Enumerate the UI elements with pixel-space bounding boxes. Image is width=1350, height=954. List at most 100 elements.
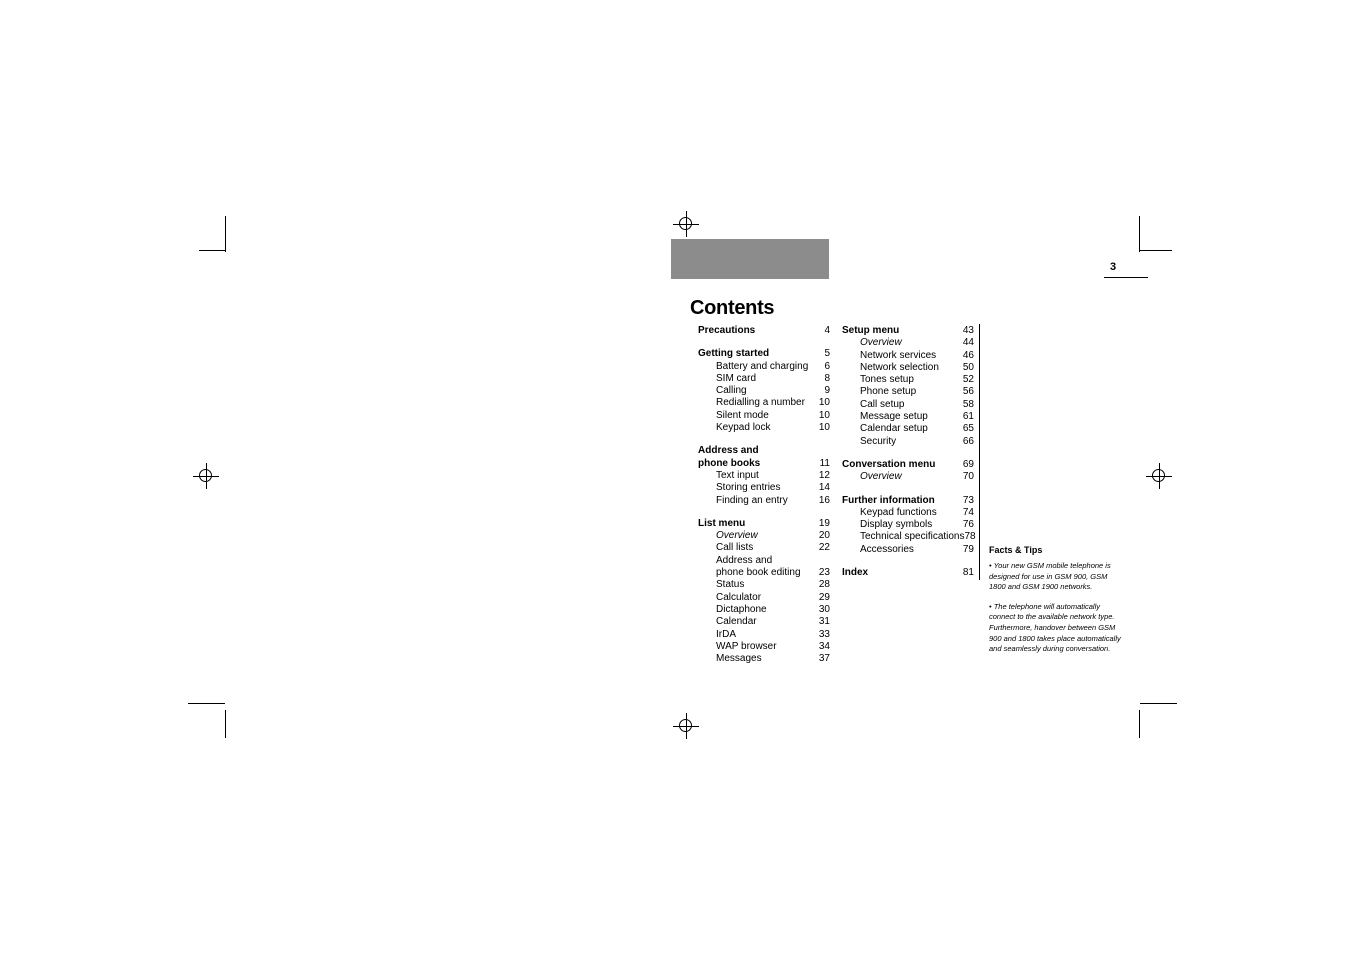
document-page: 3 Contents Precautions 4 Getting started 5 B…	[0, 0, 1350, 954]
toc-entry-page: 10	[818, 422, 830, 434]
toc-entry-page: 31	[818, 616, 830, 628]
toc-entry-label: Calendar setup	[860, 423, 928, 435]
toc-entry-page: 56	[962, 386, 974, 398]
toc-entry-page: 52	[962, 374, 974, 386]
crop-mark-bottom-left-h	[188, 703, 225, 704]
toc-entry[interactable]: Call lists 22	[698, 542, 830, 554]
toc-entry[interactable]: Calendar setup 65	[842, 423, 974, 435]
toc-entry-label: Calling	[716, 385, 747, 397]
toc-entry-label: Tones setup	[860, 374, 914, 386]
toc-entry-label: Status	[716, 579, 745, 591]
toc-entry-label: Security	[860, 435, 897, 447]
facts-title: Facts & Tips	[989, 545, 1043, 555]
toc-entry[interactable]: Address and	[698, 445, 830, 457]
toc-entry[interactable]: Tones setup 52	[842, 374, 974, 386]
toc-entry-label: Call lists	[716, 542, 754, 554]
toc-entry[interactable]: Silent mode 10	[698, 410, 830, 422]
facts-body: • Your new GSM mobile telephone is desig…	[989, 561, 1121, 655]
toc-entry[interactable]: IrDA 33	[698, 629, 830, 641]
toc-entry-label: phone books	[698, 457, 761, 469]
registration-mark-right	[1146, 463, 1172, 489]
toc-entry-page: 34	[818, 640, 830, 652]
toc-entry-label: Network services	[860, 349, 937, 361]
toc-entry[interactable]: Calendar 31	[698, 616, 830, 628]
toc-entry[interactable]: Address and	[698, 555, 830, 567]
toc-entry-page: 9	[824, 385, 830, 397]
toc-entry-label: Keypad functions	[860, 506, 937, 518]
toc-entry[interactable]: Calling 9	[698, 385, 830, 397]
toc-entry[interactable]: Finding an entry 16	[698, 495, 830, 507]
toc-entry[interactable]: Precautions 4	[698, 325, 830, 337]
toc-entry[interactable]: Keypad lock 10	[698, 422, 830, 434]
toc-entry-page: 14	[818, 482, 830, 494]
toc-entry-label: Network selection	[860, 361, 939, 373]
toc-entry[interactable]: Network services 46	[842, 350, 974, 362]
toc-entry[interactable]: Calculator 29	[698, 592, 830, 604]
toc-entry-label: Overview	[860, 471, 902, 483]
toc-entry[interactable]: Dictaphone 30	[698, 604, 830, 616]
toc-entry[interactable]: Conversation menu 69	[842, 459, 974, 471]
toc-spacer	[842, 484, 974, 495]
toc-entry[interactable]: Overview 44	[842, 337, 974, 349]
toc-entry[interactable]: phone books 11	[698, 458, 830, 470]
toc-entry-label: Redialling a number	[716, 397, 805, 409]
toc-entry-label: IrDA	[716, 628, 736, 640]
header-grey-bar	[671, 239, 829, 279]
toc-entry-label: phone book editing	[716, 567, 801, 579]
toc-entry-label: WAP browser	[716, 640, 777, 652]
toc-entry[interactable]: Overview 70	[842, 471, 974, 483]
toc-entry[interactable]: Messages 37	[698, 653, 830, 665]
toc-entry-page: 37	[818, 653, 830, 665]
toc-entry[interactable]: Storing entries 14	[698, 482, 830, 494]
toc-entry[interactable]: Keypad functions 74	[842, 507, 974, 519]
toc-entry-label: Storing entries	[716, 482, 781, 494]
toc-entry[interactable]: Security 66	[842, 436, 974, 448]
toc-entry-label: Battery and charging	[716, 360, 809, 372]
toc-entry[interactable]: Setup menu 43	[842, 325, 974, 337]
toc-entry-page: 19	[818, 517, 830, 529]
toc-entry-label: Overview	[860, 337, 902, 349]
toc-entry-page: 74	[962, 506, 974, 518]
toc-entry[interactable]: Battery and charging 6	[698, 361, 830, 373]
toc-entry[interactable]: Text input 12	[698, 470, 830, 482]
toc-entry[interactable]: Network selection 50	[842, 362, 974, 374]
crop-mark-bottom-right-v	[1139, 710, 1140, 738]
toc-entry-label: Precautions	[698, 325, 756, 336]
toc-entry-page: 12	[818, 469, 830, 481]
page-title: Contents	[690, 297, 775, 319]
toc-entry-label: Messages	[716, 653, 762, 665]
facts-item: • The telephone will automatically conne…	[989, 601, 1121, 654]
toc-entry[interactable]: Further information 73	[842, 495, 974, 507]
toc-entry[interactable]: Phone setup 56	[842, 386, 974, 398]
toc-entry-page: 78	[964, 531, 976, 543]
toc-entry[interactable]: Redialling a number 10	[698, 397, 830, 409]
toc-entry[interactable]: SIM card 8	[698, 373, 830, 385]
toc-entry[interactable]: Status 28	[698, 579, 830, 591]
toc-entry-page: 44	[962, 337, 974, 349]
registration-mark-top	[673, 211, 699, 237]
toc-entry-label: Setup menu	[842, 325, 900, 336]
toc-entry[interactable]: Index 81	[842, 567, 974, 579]
toc-entry[interactable]: Technical specifications 78	[842, 531, 976, 543]
toc-entry[interactable]: Call setup 58	[842, 399, 974, 411]
toc-entry[interactable]: phone book editing 23	[698, 567, 830, 579]
toc-entry[interactable]: Accessories 79	[842, 544, 974, 556]
toc-entry-page: 43	[962, 325, 974, 336]
toc-entry[interactable]: WAP browser 34	[698, 641, 830, 653]
toc-entry-page: 10	[818, 409, 830, 421]
toc-entry[interactable]: List menu 19	[698, 518, 830, 530]
toc-entry-page: 66	[962, 435, 974, 447]
toc-entry[interactable]: Getting started 5	[698, 348, 830, 360]
toc-entry-label: Address and	[716, 554, 773, 566]
toc-entry-label: Dictaphone	[716, 603, 767, 615]
crop-mark-bottom-left-v	[225, 710, 226, 738]
toc-entry-page: 33	[818, 628, 830, 640]
toc-entry[interactable]: Overview 20	[698, 530, 830, 542]
toc-entry[interactable]: Message setup 61	[842, 411, 974, 423]
toc-entry-label: Text input	[716, 469, 759, 481]
toc-spacer	[842, 448, 974, 459]
toc-entry[interactable]: Display symbols 76	[842, 519, 974, 531]
toc-entry-label: Silent mode	[716, 409, 769, 421]
registration-mark-bottom	[673, 713, 699, 739]
toc-entry-label: Further information	[842, 494, 935, 506]
